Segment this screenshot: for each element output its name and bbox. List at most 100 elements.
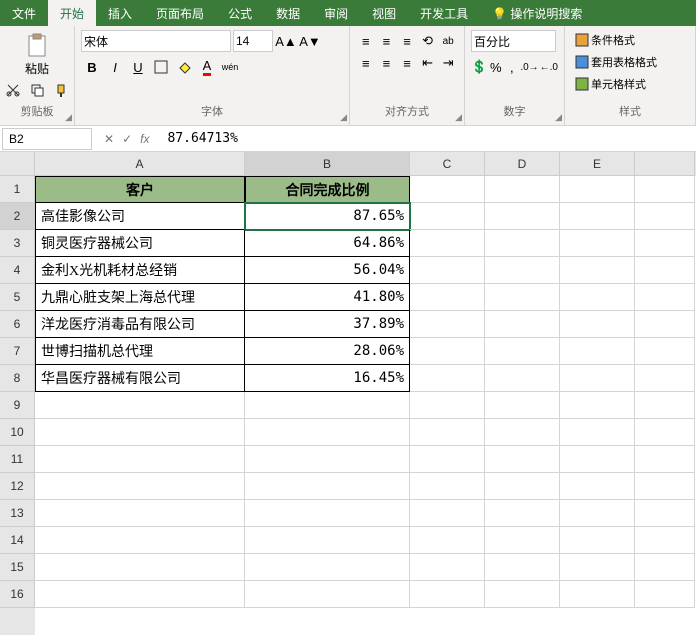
cell-C11[interactable]	[410, 446, 485, 473]
row-header-8[interactable]: 8	[0, 365, 35, 392]
row-header-12[interactable]: 12	[0, 473, 35, 500]
bold-button[interactable]: B	[81, 56, 103, 78]
cell-A13[interactable]	[35, 500, 245, 527]
row-header-5[interactable]: 5	[0, 284, 35, 311]
cell-D2[interactable]	[485, 203, 560, 230]
font-size-combo[interactable]	[233, 30, 273, 52]
cell-B15[interactable]	[245, 554, 410, 581]
cell-A10[interactable]	[35, 419, 245, 446]
cell-A5[interactable]: 九鼎心脏支架上海总代理	[35, 284, 245, 311]
cell-style-button[interactable]: 单元格样式	[571, 74, 689, 94]
decrease-indent-button[interactable]: ⇤	[418, 52, 438, 74]
cell-B7[interactable]: 28.06%	[245, 338, 410, 365]
cell-D3[interactable]	[485, 230, 560, 257]
formula-bar[interactable]: 87.64713%	[159, 128, 696, 149]
name-box[interactable]	[2, 128, 92, 150]
cell-A12[interactable]	[35, 473, 245, 500]
cell-A1[interactable]: 客户	[35, 176, 245, 203]
tab-审阅[interactable]: 审阅	[312, 0, 360, 26]
row-header-15[interactable]: 15	[0, 554, 35, 581]
cell-C2[interactable]	[410, 203, 485, 230]
cell-E7[interactable]	[560, 338, 635, 365]
cell-A14[interactable]	[35, 527, 245, 554]
cell-E8[interactable]	[560, 365, 635, 392]
cell-B5[interactable]: 41.80%	[245, 284, 410, 311]
cell-C10[interactable]	[410, 419, 485, 446]
row-header-3[interactable]: 3	[0, 230, 35, 257]
cell-C16[interactable]	[410, 581, 485, 608]
cell-D14[interactable]	[485, 527, 560, 554]
cell-D9[interactable]	[485, 392, 560, 419]
align-left-button[interactable]: ≡	[356, 52, 376, 74]
cell-E13[interactable]	[560, 500, 635, 527]
cell-D10[interactable]	[485, 419, 560, 446]
cell-E15[interactable]	[560, 554, 635, 581]
cell-E3[interactable]	[560, 230, 635, 257]
tab-开始[interactable]: 开始	[48, 0, 96, 26]
format-painter-button[interactable]	[50, 81, 72, 99]
decrease-decimal-button[interactable]: ←.0	[540, 56, 558, 78]
cell-B10[interactable]	[245, 419, 410, 446]
cell-C3[interactable]	[410, 230, 485, 257]
cell-pad-9[interactable]	[635, 392, 695, 419]
paste-button[interactable]: 粘贴	[19, 30, 55, 79]
tab-公式[interactable]: 公式	[216, 0, 264, 26]
tell-me-search[interactable]: 💡 操作说明搜索	[480, 0, 594, 26]
enter-formula-button[interactable]: ✓	[122, 132, 132, 146]
cell-A2[interactable]: 高佳影像公司	[35, 203, 245, 230]
border-button[interactable]	[150, 56, 172, 78]
comma-button[interactable]: ,	[504, 56, 519, 78]
underline-button[interactable]: U	[127, 56, 149, 78]
cell-B1[interactable]: 合同完成比例	[245, 176, 410, 203]
cell-C8[interactable]	[410, 365, 485, 392]
cell-pad-12[interactable]	[635, 473, 695, 500]
cell-A11[interactable]	[35, 446, 245, 473]
number-launcher[interactable]: ◢	[555, 112, 562, 123]
orientation-button[interactable]: ⟲	[418, 30, 438, 52]
cell-A6[interactable]: 洋龙医疗消毒品有限公司	[35, 311, 245, 338]
cell-A4[interactable]: 金利X光机耗材总经销	[35, 257, 245, 284]
tab-页面布局[interactable]: 页面布局	[144, 0, 216, 26]
cell-A3[interactable]: 铜灵医疗器械公司	[35, 230, 245, 257]
col-header-E[interactable]: E	[560, 152, 635, 176]
cell-C1[interactable]	[410, 176, 485, 203]
cell-D4[interactable]	[485, 257, 560, 284]
tab-文件[interactable]: 文件	[0, 0, 48, 26]
cell-A15[interactable]	[35, 554, 245, 581]
cell-pad-7[interactable]	[635, 338, 695, 365]
cell-E5[interactable]	[560, 284, 635, 311]
cell-C12[interactable]	[410, 473, 485, 500]
row-header-1[interactable]: 1	[0, 176, 35, 203]
cell-pad-16[interactable]	[635, 581, 695, 608]
cell-E12[interactable]	[560, 473, 635, 500]
cell-pad-5[interactable]	[635, 284, 695, 311]
cell-D16[interactable]	[485, 581, 560, 608]
cell-E10[interactable]	[560, 419, 635, 446]
cell-pad-8[interactable]	[635, 365, 695, 392]
cell-B16[interactable]	[245, 581, 410, 608]
align-top-button[interactable]: ≡	[356, 30, 376, 52]
cell-E1[interactable]	[560, 176, 635, 203]
fx-button[interactable]: fx	[140, 132, 149, 146]
col-header-extra[interactable]	[635, 152, 695, 176]
cell-B12[interactable]	[245, 473, 410, 500]
tab-插入[interactable]: 插入	[96, 0, 144, 26]
cell-C14[interactable]	[410, 527, 485, 554]
cell-B9[interactable]	[245, 392, 410, 419]
cell-C9[interactable]	[410, 392, 485, 419]
col-header-B[interactable]: B	[245, 152, 410, 176]
row-header-9[interactable]: 9	[0, 392, 35, 419]
row-header-13[interactable]: 13	[0, 500, 35, 527]
cell-E14[interactable]	[560, 527, 635, 554]
cell-B4[interactable]: 56.04%	[245, 257, 410, 284]
cell-C7[interactable]	[410, 338, 485, 365]
cell-B11[interactable]	[245, 446, 410, 473]
col-header-D[interactable]: D	[485, 152, 560, 176]
row-header-16[interactable]: 16	[0, 581, 35, 608]
font-name-combo[interactable]	[81, 30, 231, 52]
cell-A7[interactable]: 世博扫描机总代理	[35, 338, 245, 365]
increase-indent-button[interactable]: ⇥	[438, 52, 458, 74]
cell-D11[interactable]	[485, 446, 560, 473]
cell-B2[interactable]: 87.65%	[245, 203, 410, 230]
fill-color-button[interactable]	[173, 56, 195, 78]
